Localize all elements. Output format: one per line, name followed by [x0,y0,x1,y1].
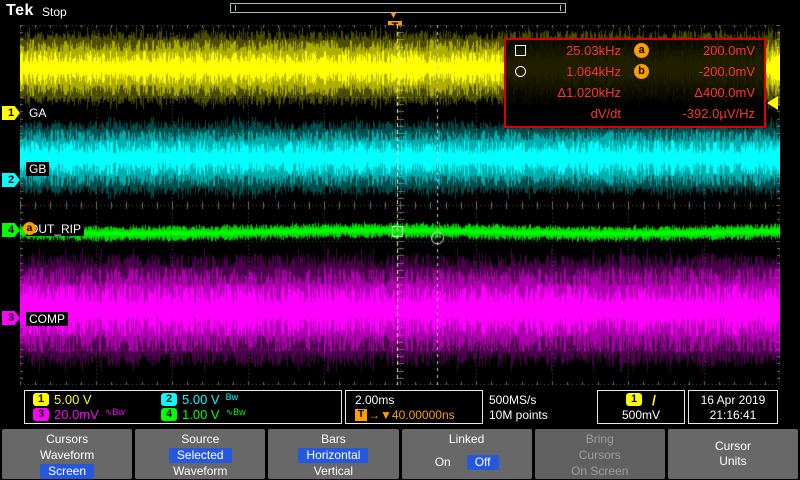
acquisition-readout: 500MS/s 10M points [489,392,548,422]
trigger-pos-value: 40.00000ns [391,407,455,422]
menu-cursor-units[interactable]: Cursor Units [667,429,799,479]
ch2-waveform-label: GB [26,162,50,176]
cursor-a-voltage: 200.0mV [702,43,755,58]
trigger-source-badge: 1 [626,393,643,406]
menu-source[interactable]: Source Selected Waveform [135,429,266,479]
ch4-scale: 1.00 V [182,407,220,422]
ch4-ground-marker[interactable]: 4 [2,223,20,237]
record-length: 10M points [489,407,548,422]
record-bar-tick [560,5,561,11]
softkey-menu: Cursors Waveform Screen Source Selected … [0,428,800,480]
ch3-ground-marker[interactable]: 3 [2,311,20,325]
cursor-readout-panel: 25.03kHz a 200.0mV 1.064kHz b -200.0mV Δ… [504,38,766,128]
cursor-b-badge: b [634,64,649,79]
ch4-waveform-label-text: OUT_RIP [29,222,82,236]
menu-bars[interactable]: Bars Horizontal Vertical [268,429,399,479]
cursor-a-square-icon [515,45,526,56]
dvdt-label: dV/dt [590,106,621,121]
ch1-scale: 5.00 V [54,392,92,407]
datetime-readout: 16 Apr 2019 21:16:41 [688,390,778,424]
ch3-coupling-flags: ∿Bw [104,407,125,417]
menu-linked[interactable]: Linked On Off [401,429,532,479]
timebase-readout: 2.00ms T →▼ 40.00000ns [345,390,483,424]
tek-logo: Tek [6,2,34,19]
menu-cursors-mode[interactable]: Cursors Waveform Screen [2,429,133,479]
ch3-badge: 3 [33,408,49,421]
channel-scale-readout: 1 5.00 V 2 5.00 V Bw 3 20.0mV ∿Bw 4 1.00… [24,390,342,424]
cursor-b-circle-icon [515,66,526,77]
ch2-scale: 5.00 V [182,392,220,407]
cursor-a-marker-badge[interactable]: a [23,222,36,235]
oscilloscope-screen: Tek Stop ▼ T 1 2 4 3 GA GB OUT_RIP a COM… [0,0,800,480]
ch3-scale: 20.0mV [54,407,99,422]
date: 16 Apr 2019 [700,392,766,407]
trigger-pos-arrows-icon: →▼ [368,407,392,422]
cursor-a-frequency: 25.03kHz [566,43,621,58]
ch2-coupling-flags: Bw [225,392,239,402]
status-bar: 1 5.00 V 2 5.00 V Bw 3 20.0mV ∿Bw 4 1.00… [0,388,800,428]
cursor-b-frequency: 1.064kHz [566,64,621,79]
trigger-position-readout: T →▼ 40.00000ns [355,407,482,422]
timebase-scale: 2.00ms [355,392,395,407]
ch4-coupling-flags: ∿Bw [225,407,246,417]
ch1-badge: 1 [33,393,49,406]
cursor-delta-voltage: Δ400.0mV [694,85,755,100]
menu-bring-cursors-on-screen[interactable]: Bring Cursors On Screen [534,429,665,479]
ch4-badge: 4 [161,408,177,421]
time: 21:16:41 [709,407,757,422]
ch2-badge: 2 [161,393,177,406]
cursor-dvdt-row: dV/dt -392.0µV/Hz [506,103,764,124]
acquisition-status: Stop [42,5,67,19]
trigger-slope-icon: / [652,391,656,408]
trigger-level: 500mV [621,407,661,422]
ch1-ground-marker[interactable]: 1 [2,106,20,120]
trigger-level-arrow-icon[interactable] [767,96,778,110]
cursor-delta-row: Δ1.020kHz Δ400.0mV [506,82,764,103]
ch3-waveform-label: COMP [26,312,68,326]
trigger-readout: 1 / 500mV [597,390,685,424]
cursor-a-row: 25.03kHz a 200.0mV [506,40,764,61]
cursor-b-voltage: -200.0mV [698,64,755,79]
record-bar-tick [235,5,236,11]
trigger-t-chip: T [355,408,367,421]
ch4-waveform-label: OUT_RIP a [23,222,85,236]
dvdt-value: -392.0µV/Hz [682,106,755,121]
cursor-delta-frequency: Δ1.020kHz [557,85,621,100]
cursor-b-row: 1.064kHz b -200.0mV [506,61,764,82]
sample-rate: 500MS/s [489,392,537,407]
record-view-bar[interactable] [230,3,566,13]
trigger-position-caret-icon[interactable]: ▼ [389,11,398,20]
ch2-ground-marker[interactable]: 2 [2,173,20,187]
linked-on-option[interactable]: On [435,455,451,470]
cursor-a-badge: a [634,43,649,58]
linked-off-option[interactable]: Off [466,455,499,470]
ch1-waveform-label: GA [26,106,50,120]
